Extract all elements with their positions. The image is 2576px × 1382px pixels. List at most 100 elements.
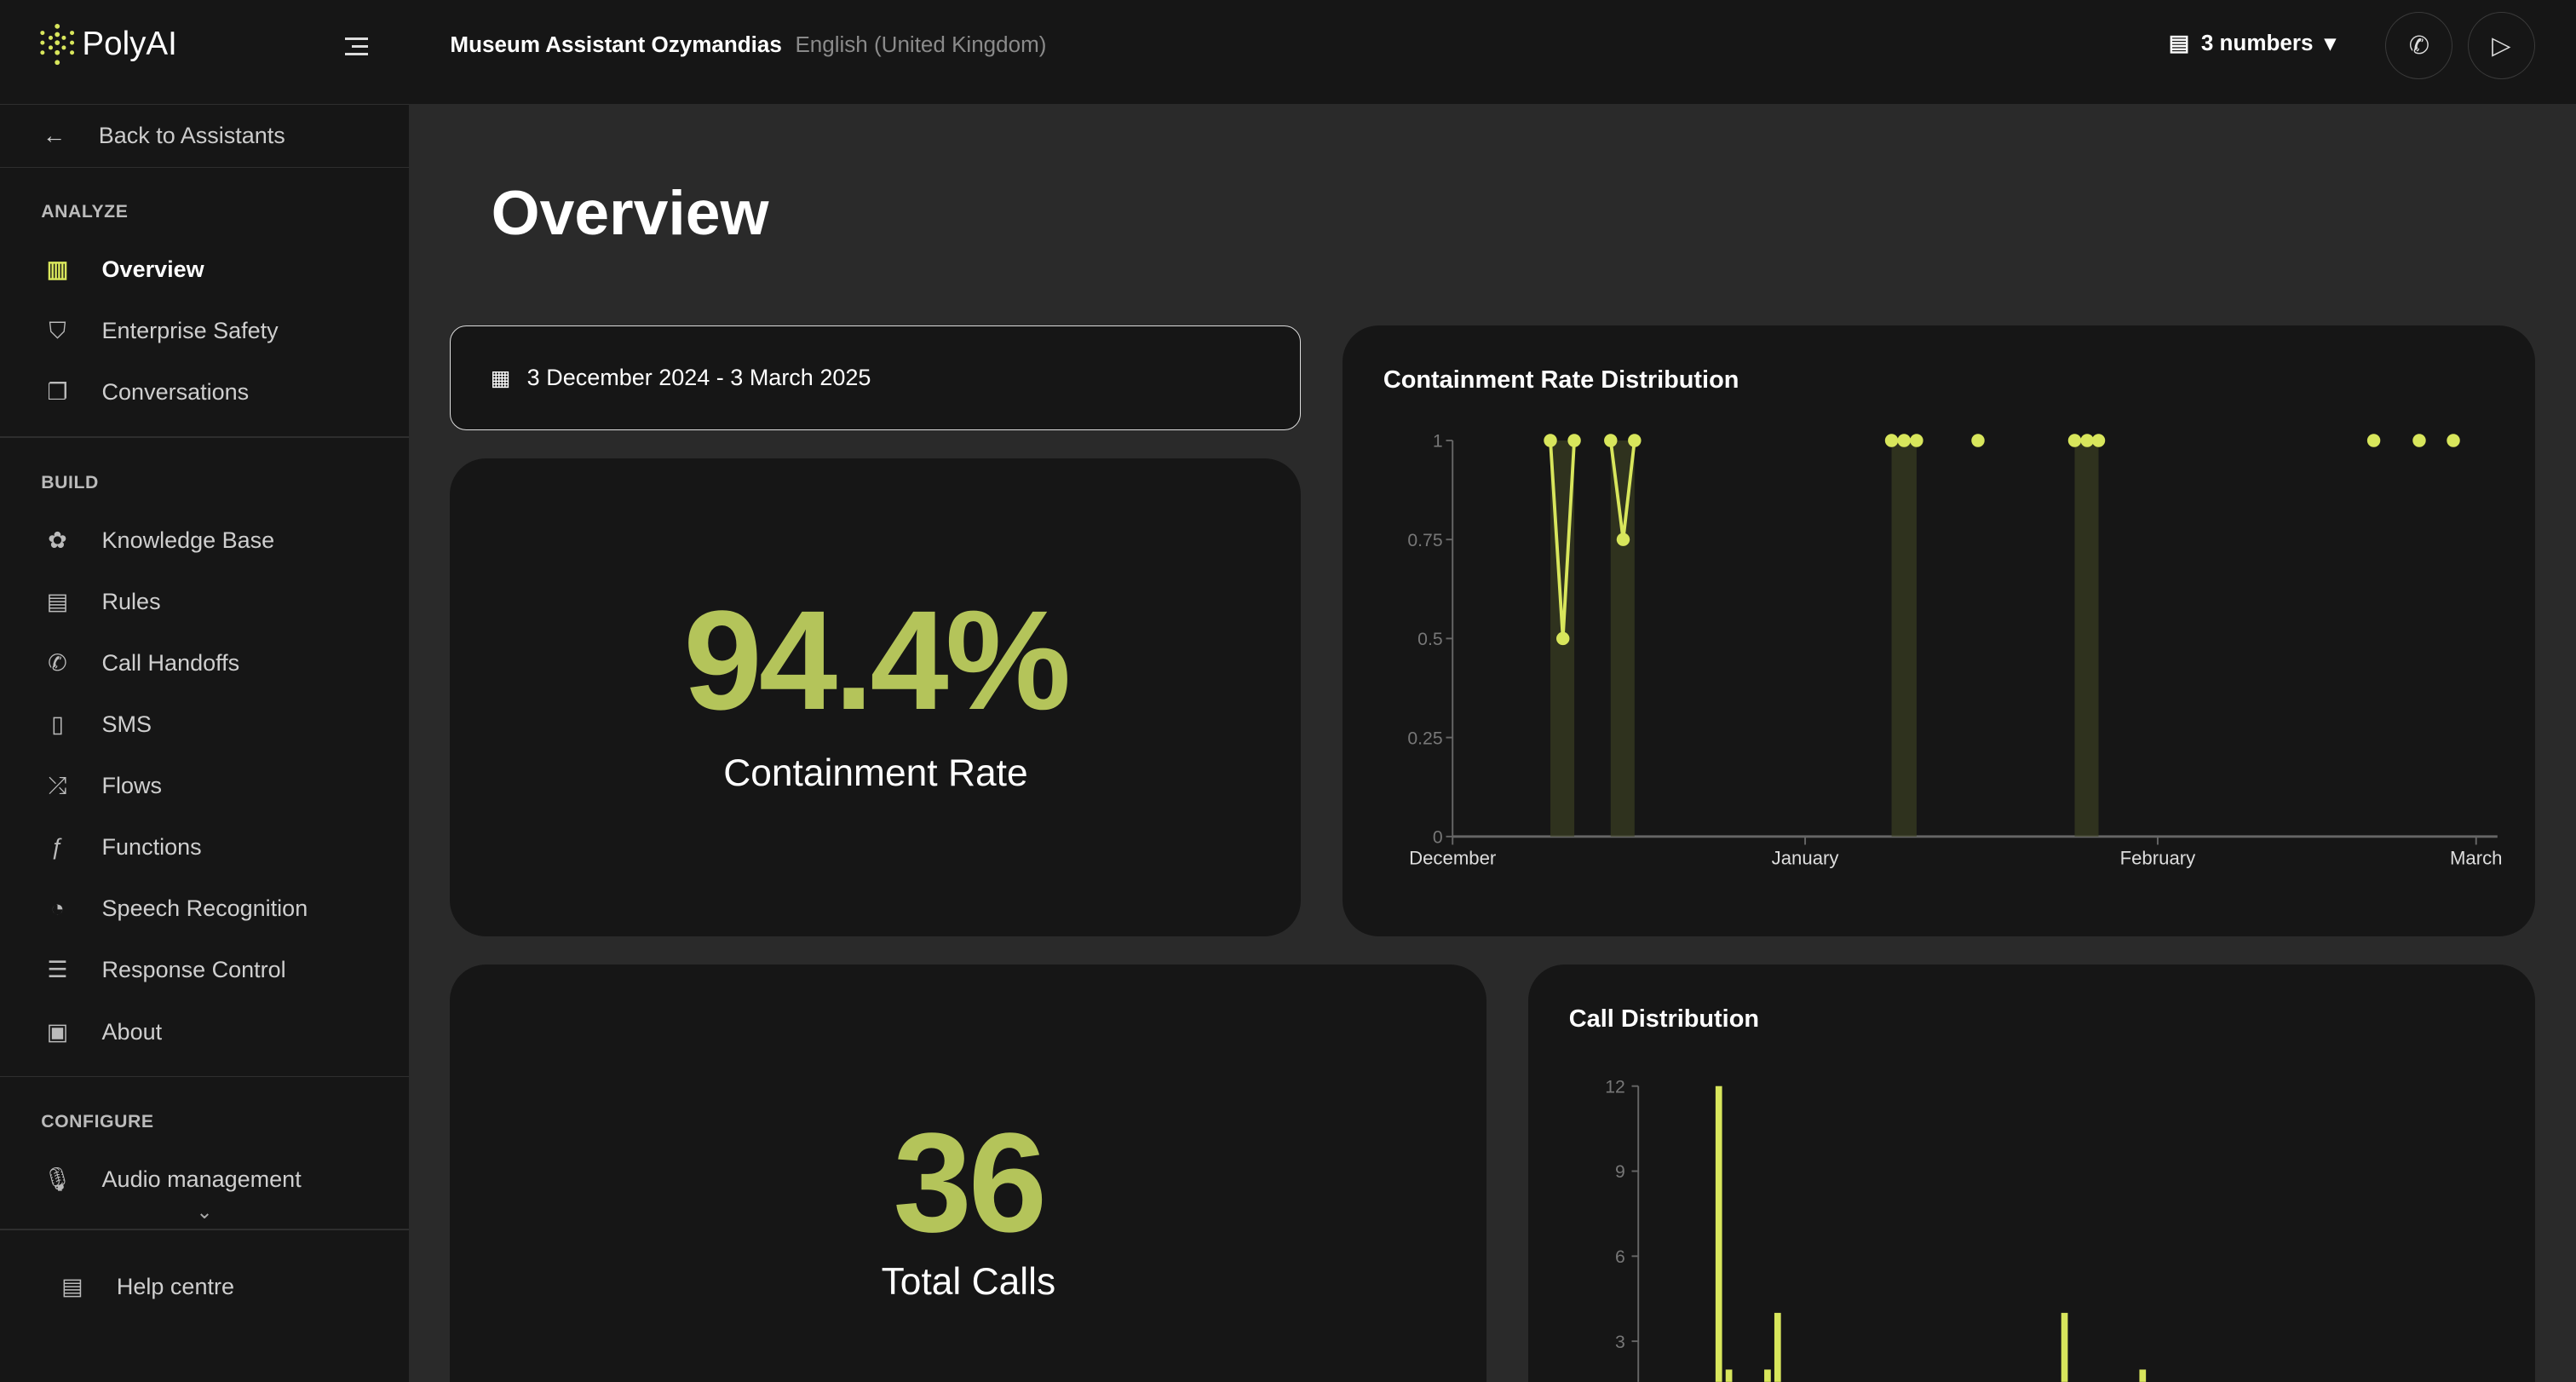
data-point — [2091, 434, 2105, 447]
data-point — [1884, 434, 1898, 447]
data-point — [1603, 434, 1618, 447]
logo-text: PolyAI — [82, 26, 177, 63]
logo[interactable]: PolyAI — [39, 23, 177, 66]
phone-button[interactable]: ✆ — [2385, 11, 2453, 79]
x-tick-label: March — [2450, 847, 2503, 868]
y-tick-label: 3 — [1615, 1333, 1625, 1352]
data-point — [1567, 434, 1581, 447]
sidebar-item-knowledge-base[interactable]: ✿ Knowledge Base — [0, 510, 409, 571]
sidebar-item-about[interactable]: ▣ About — [0, 1001, 409, 1062]
y-tick-label: 0.25 — [1407, 728, 1442, 748]
response-icon: ☰ — [47, 957, 68, 983]
sidebar-item-label: Rules — [101, 588, 161, 614]
shield-icon: ⛉ — [49, 317, 66, 343]
call-distribution-chart: 3 6 9 12 — [1605, 1078, 2146, 1382]
help-label: Help centre — [116, 1273, 234, 1299]
containment-rate-label: Containment Rate — [723, 751, 1028, 794]
bar — [1715, 1085, 1722, 1382]
calendar-icon: ▦ — [490, 366, 511, 390]
sidebar-divider — [0, 1075, 410, 1078]
book-icon: ▤ — [61, 1273, 83, 1299]
sidebar-item-label: Speech Recognition — [101, 895, 308, 922]
chevron-down-icon[interactable]: ⌄ — [0, 1201, 409, 1224]
sidebar-divider — [0, 436, 410, 439]
date-range-picker[interactable]: ▦ 3 December 2024 - 3 March 2025 — [450, 325, 1302, 431]
y-tick-label: 0.5 — [1417, 630, 1442, 649]
data-point — [2446, 434, 2460, 447]
range-band — [2074, 440, 2099, 837]
chat-play-icon: ▷ — [2492, 32, 2511, 60]
sidebar-item-label: Call Handoffs — [101, 649, 240, 676]
data-point — [2366, 434, 2380, 447]
sidebar-item-label: Conversations — [101, 379, 250, 406]
data-point — [1543, 434, 1557, 447]
sidebar-item-label: SMS — [101, 711, 152, 737]
numbers-dropdown[interactable]: ▤ 3 numbers ▾ — [2169, 30, 2336, 56]
sidebar-section-title: CONFIGURE — [41, 1111, 154, 1132]
sidebar-section-title: BUILD — [41, 472, 99, 492]
total-calls-label: Total Calls — [881, 1261, 1056, 1304]
sidebar: ← Back to Assistants ANALYZE ▥ Overview ⛉ Ent… — [0, 103, 410, 1382]
sidebar-item-response-control[interactable]: ☰ Response Control — [0, 940, 409, 1001]
sidebar-item-label: Response Control — [101, 957, 286, 983]
sidebar-section-title: ANALYZE — [41, 202, 129, 222]
data-point — [1555, 631, 1570, 645]
y-tick-label: 0 — [1433, 827, 1443, 847]
sidebar-item-label: About — [101, 1018, 163, 1045]
bar — [1725, 1369, 1733, 1382]
sidebar-item-speech-recognition[interactable]: ◔ Speech Recognition — [0, 878, 409, 940]
sidebar-item-functions[interactable]: ƒ Functions — [0, 817, 409, 878]
x-tick-label: February — [2119, 847, 2196, 868]
sidebar-item-label: Audio management — [101, 1166, 302, 1192]
chat-icon: ❐ — [47, 379, 68, 406]
help-centre[interactable]: ▤ Help centre — [0, 1256, 409, 1317]
sidebar-item-label: Enterprise Safety — [101, 318, 279, 344]
x-tick-label: December — [1409, 847, 1497, 868]
bar — [1774, 1312, 1781, 1382]
bar — [1763, 1369, 1771, 1382]
chat-button[interactable]: ▷ — [2467, 11, 2535, 79]
x-tick-label: January — [1771, 847, 1839, 868]
clipboard-icon: ▣ — [46, 1018, 69, 1045]
containment-chart: 0 0.25 0.5 0.75 1 December January February Marc… — [1407, 432, 2503, 869]
sidebar-item-flows[interactable]: ⤮ Flows — [0, 755, 409, 816]
range-band — [1891, 440, 1917, 837]
sidebar-item-call-handoffs[interactable]: ✆ Call Handoffs — [0, 632, 409, 694]
total-calls-value: 36 — [893, 1103, 1048, 1262]
top-bar: PolyAI Museum Assistant Ozymandias Engli… — [0, 0, 2576, 104]
containment-chart-card: Containment Rate Distribution 0 0.25 0.5 0.… — [1342, 325, 2535, 937]
sidebar-item-overview[interactable]: ▥ Overview — [0, 239, 409, 300]
sidebar-item-rules[interactable]: ▤ Rules — [0, 571, 409, 632]
caret-down-icon: ▾ — [2324, 29, 2336, 55]
sidebar-item-sms[interactable]: ▯ SMS — [0, 694, 409, 755]
y-tick-label: 9 — [1615, 1162, 1625, 1182]
containment-rate-value: 94.4% — [683, 581, 1071, 740]
containment-rate-card: 94.4% Containment Rate — [450, 458, 1302, 937]
sidebar-item-label: Overview — [101, 256, 204, 283]
y-tick-label: 0.75 — [1407, 531, 1442, 550]
back-label: Back to Assistants — [98, 122, 285, 148]
assistant-language: English (United Kingdom) — [795, 31, 1047, 57]
sidebar-item-label: Flows — [101, 773, 163, 799]
flow-icon: ⤮ — [48, 772, 67, 798]
call-distribution-card: Call Distribution 3 6 9 12 — [1527, 965, 2535, 1382]
assistant-name: Museum Assistant Ozymandias — [450, 31, 782, 57]
data-point — [1909, 434, 1923, 447]
sms-icon: ▯ — [51, 711, 64, 737]
range-band — [1610, 440, 1635, 837]
bar — [2061, 1312, 2068, 1382]
arrow-left-icon: ← — [43, 122, 66, 148]
menu-toggle-icon[interactable] — [335, 33, 368, 60]
data-point — [1627, 434, 1642, 447]
sidebar-item-conversations[interactable]: ❐ Conversations — [0, 362, 409, 423]
y-tick-label: 1 — [1433, 432, 1443, 452]
data-point — [1616, 533, 1630, 546]
sidebar-item-enterprise-safety[interactable]: ⛉ Enterprise Safety — [0, 301, 409, 362]
data-point — [2080, 434, 2094, 447]
bar-chart-icon: ▥ — [46, 256, 69, 283]
back-to-assistants[interactable]: ← Back to Assistants — [0, 103, 410, 168]
list-icon: ▤ — [2168, 29, 2190, 55]
sidebar-item-label: Functions — [101, 834, 202, 861]
date-range-label: 3 December 2024 - 3 March 2025 — [526, 365, 871, 391]
microphone-icon: 🎙 — [43, 1166, 72, 1193]
